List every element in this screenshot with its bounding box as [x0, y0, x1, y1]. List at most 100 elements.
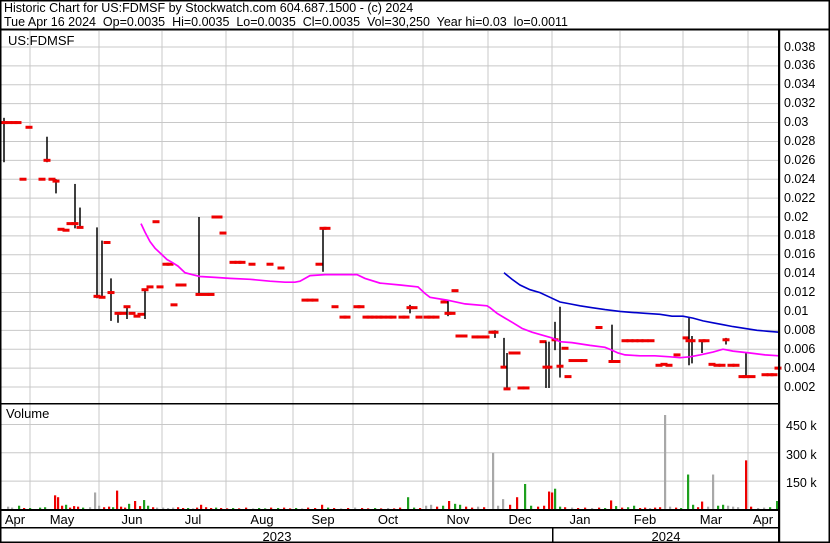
volume-bar	[98, 505, 101, 510]
close-tick	[503, 387, 511, 391]
volume-bar	[128, 503, 131, 510]
volume-bar	[18, 505, 21, 510]
price-tick-label: 0.034	[784, 77, 816, 92]
close-tick	[702, 339, 710, 343]
price-tick-label: 0.012	[784, 285, 816, 300]
close-tick	[440, 300, 448, 304]
window-border	[0, 0, 830, 543]
volume-bar	[712, 474, 715, 510]
price-range-bar	[3, 117, 5, 163]
close-tick	[561, 346, 569, 350]
volume-bar	[73, 506, 76, 510]
price-tick-label: 0.006	[784, 341, 816, 356]
price-range-bar	[503, 337, 505, 368]
close-tick	[432, 315, 440, 319]
close-tick	[564, 375, 572, 379]
price-tick-label: 0.03	[784, 115, 809, 130]
volume-bar	[139, 506, 142, 510]
close-tick	[219, 231, 227, 235]
close-tick	[277, 266, 285, 270]
volume-bar	[745, 460, 748, 510]
price-range-bar	[74, 183, 76, 229]
close-tick	[119, 311, 127, 315]
volume-tick-label: 150 k	[786, 476, 817, 491]
close-tick	[152, 220, 160, 224]
price-range-bar	[545, 341, 547, 388]
price-tick-label: 0.038	[784, 39, 816, 54]
volume-bar	[425, 505, 428, 510]
close-tick	[311, 298, 319, 302]
close-tick	[156, 285, 164, 289]
price-range-bar	[110, 278, 112, 321]
month-label: Jul	[184, 512, 202, 527]
volume-bar	[727, 505, 730, 510]
close-tick	[665, 363, 673, 367]
close-tick	[315, 262, 323, 266]
price-range-bar	[96, 227, 98, 299]
price-tick-label: 0.026	[784, 152, 816, 167]
price-range-bar	[745, 353, 747, 377]
close-tick	[38, 177, 46, 181]
close-tick	[770, 373, 778, 377]
volume-bar	[321, 504, 324, 510]
month-label: May	[49, 512, 75, 527]
volume-bar	[543, 505, 546, 510]
close-tick	[402, 315, 410, 319]
close-tick	[641, 339, 649, 343]
close-tick	[580, 359, 588, 363]
close-tick	[556, 364, 564, 368]
close-tick	[357, 305, 365, 309]
volume-bar	[143, 500, 146, 510]
close-tick	[722, 338, 730, 342]
close-tick	[410, 306, 418, 310]
volume-bar	[492, 452, 495, 510]
volume-bar	[776, 500, 779, 510]
month-label: Nov	[446, 512, 470, 527]
year-label: 2024	[651, 529, 681, 543]
close-tick	[568, 359, 576, 363]
price-range-bar	[554, 321, 556, 351]
month-label: Apr	[752, 512, 774, 527]
close-tick	[491, 330, 499, 334]
volume-bar	[692, 504, 695, 510]
month-label: Jun	[121, 512, 143, 527]
close-tick	[195, 292, 203, 296]
close-tick	[448, 311, 456, 315]
price-tick-label: 0.016	[784, 247, 816, 262]
close-tick	[732, 363, 740, 367]
price-range-bar	[79, 207, 81, 229]
volume-bar	[459, 504, 462, 510]
price-tick-label: 0.032	[784, 96, 816, 111]
close-tick	[170, 303, 178, 307]
close-tick	[688, 339, 696, 343]
volume-bar	[448, 500, 451, 510]
volume-bar	[57, 497, 60, 510]
close-tick	[522, 386, 530, 390]
close-tick	[25, 125, 33, 129]
volume-bar	[509, 504, 512, 510]
volume-bar	[548, 491, 551, 510]
price-range-bar	[611, 324, 613, 362]
volume-bar	[551, 492, 554, 510]
volume-bar	[530, 505, 533, 510]
close-tick	[482, 335, 490, 339]
price-range-bar	[548, 341, 550, 388]
close-tick	[248, 262, 256, 266]
price-tick-label: 0.002	[784, 379, 816, 394]
price-range-bar	[101, 240, 103, 298]
close-tick	[476, 335, 484, 339]
price-tick-label: 0.024	[784, 171, 816, 186]
volume-bar	[54, 495, 57, 510]
volume-bar	[615, 506, 618, 510]
close-tick	[379, 315, 387, 319]
volume-bar	[722, 504, 725, 510]
month-label: Dec	[508, 512, 532, 527]
month-label: Mar	[699, 512, 723, 527]
close-tick	[718, 363, 726, 367]
close-tick	[415, 315, 423, 319]
stock-chart-window: Historic Chart for US:FDMSF by Stockwatc…	[0, 0, 830, 543]
close-tick	[451, 289, 459, 293]
volume-bar	[94, 492, 97, 510]
axis-divider	[778, 29, 781, 543]
close-tick	[128, 311, 136, 315]
